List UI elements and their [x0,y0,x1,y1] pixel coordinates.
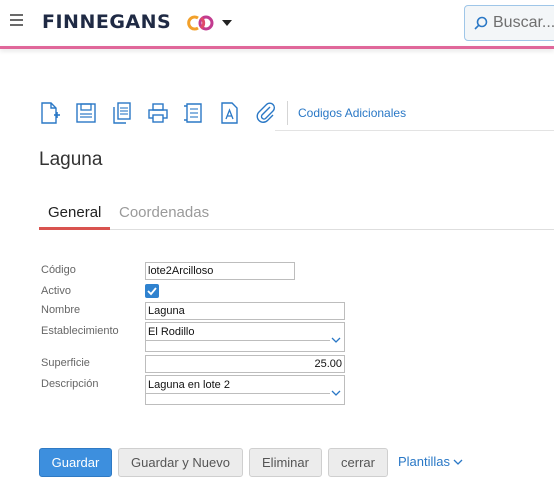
chevron-down-icon [331,390,341,396]
checkmark-icon [147,287,157,296]
search-box[interactable] [464,5,554,41]
tab-bar: General Coordenadas [39,203,554,230]
new-document-icon[interactable] [39,102,61,124]
print-icon[interactable] [147,102,169,124]
cerrar-button[interactable]: cerrar [328,448,388,477]
brand-name: FINNEGANS [42,11,172,33]
activo-checkbox[interactable] [145,284,159,298]
descripcion-select[interactable]: Laguna en lote 2 [145,375,345,405]
codigo-label: Código [41,264,76,276]
attachment-icon[interactable] [255,102,277,124]
toolbar-separator [287,101,288,125]
descripcion-value: Laguna en lote 2 [148,379,230,391]
codigo-field[interactable] [145,262,295,280]
brand-dropdown-caret-icon[interactable] [222,20,232,26]
establecimiento-label: Establecimiento [41,325,119,337]
activo-label: Activo [41,285,71,297]
nombre-input[interactable] [148,304,342,318]
guardar-button[interactable]: Guardar [39,448,112,477]
tab-general[interactable]: General [39,203,111,230]
descripcion-label: Descripción [41,378,99,390]
eliminar-button[interactable]: Eliminar [249,448,322,477]
codigos-adicionales-link[interactable]: Codigos Adicionales [298,106,406,120]
toolbar: Codigos Adicionales [39,100,406,126]
search-icon [474,16,488,30]
search-input[interactable] [493,14,554,32]
nombre-field[interactable] [145,302,345,320]
codigo-input[interactable] [148,264,292,278]
save-icon[interactable] [75,102,97,124]
page-title: Laguna [39,149,103,170]
establecimiento-select[interactable]: El Rodillo [145,322,345,352]
brand-logo-icon [187,15,214,31]
document-list-icon[interactable] [183,102,205,124]
text-document-icon[interactable] [219,102,241,124]
top-bar: FINNEGANS [0,0,554,46]
nombre-label: Nombre [41,304,81,316]
superficie-label: Superficie [41,357,90,369]
header-accent-line [0,46,554,49]
superficie-field[interactable] [145,355,345,373]
guardar-y-nuevo-button[interactable]: Guardar y Nuevo [118,448,243,477]
plantillas-dropdown[interactable]: Plantillas [398,454,450,469]
copy-icon[interactable] [111,102,133,124]
chevron-down-icon[interactable] [453,458,463,466]
menu-icon[interactable] [10,14,23,28]
superficie-input[interactable] [148,357,342,371]
chevron-down-icon [331,337,341,343]
toolbar-divider [275,130,554,131]
tab-coordenadas[interactable]: Coordenadas [110,203,218,230]
establecimiento-value: El Rodillo [148,326,195,338]
